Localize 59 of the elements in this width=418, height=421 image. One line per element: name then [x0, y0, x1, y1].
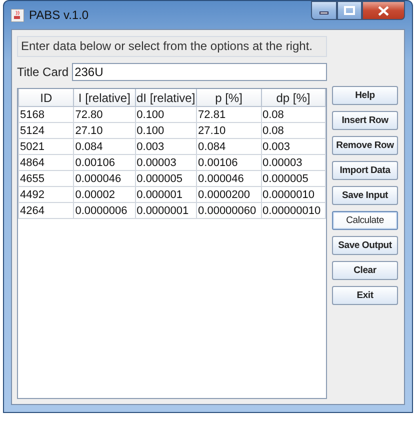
table-cell: 0.084: [196, 138, 261, 154]
title-card-label: Title Card: [17, 65, 69, 79]
column-header[interactable]: dI [relative]: [135, 89, 197, 106]
action-button[interactable]: Insert Row: [332, 111, 398, 130]
action-button[interactable]: Remove Row: [332, 136, 398, 155]
column-header[interactable]: I [relative]: [74, 89, 136, 106]
maximize-icon: [344, 6, 355, 15]
table-cell: 5124: [18, 122, 74, 138]
table-cell: 0.00106: [196, 154, 261, 170]
action-button[interactable]: Save Input: [332, 186, 398, 205]
table-cell: 0.0000006: [74, 202, 136, 218]
table-cell: 0.000046: [74, 170, 136, 186]
table-cell: 0.0000200: [196, 186, 261, 202]
window-title: PABS v.1.0: [29, 8, 90, 22]
table-cell: 0.08: [261, 122, 326, 138]
table-cell: 5021: [18, 138, 74, 154]
close-button[interactable]: [362, 1, 405, 20]
table-cell: 4264: [18, 202, 74, 218]
action-button[interactable]: Clear: [332, 261, 398, 280]
table-cell: 0.00106: [74, 154, 136, 170]
table-cell: 4864: [18, 154, 74, 170]
title-card-field[interactable]: 236U: [72, 63, 327, 81]
table-cell: 0.100: [135, 122, 197, 138]
action-button[interactable]: Save Output: [332, 236, 398, 255]
table-cell: 72.81: [196, 106, 261, 122]
table-cell: 0.003: [261, 138, 326, 154]
table-cell: 0.00002: [74, 186, 136, 202]
action-button[interactable]: Help: [332, 86, 398, 105]
table-cell: 0.0000010: [261, 186, 326, 202]
table-cell: 4655: [18, 170, 74, 186]
table-cell: 0.000046: [196, 170, 261, 186]
table-cell: 0.00000060: [196, 202, 261, 218]
table-cell: 27.10: [196, 122, 261, 138]
table-cell: 0.000001: [135, 186, 197, 202]
action-button[interactable]: Import Data: [332, 161, 398, 180]
table-cell: 27.10: [74, 122, 136, 138]
table-cell: 0.0000001: [135, 202, 197, 218]
close-icon: [378, 6, 389, 16]
column-header[interactable]: dp [%]: [261, 89, 326, 106]
minimize-button[interactable]: [311, 1, 337, 20]
column-header[interactable]: ID: [18, 89, 74, 106]
table-cell: 0.08: [261, 106, 326, 122]
table-cell: 0.00000010: [261, 202, 326, 218]
table-cell: 0.00003: [261, 154, 326, 170]
column-header[interactable]: p [%]: [196, 89, 261, 106]
action-button[interactable]: Calculate: [332, 211, 398, 230]
table-cell: 0.00003: [135, 154, 197, 170]
table-cell: 4492: [18, 186, 74, 202]
table-cell: 0.000005: [261, 170, 326, 186]
table-cell: 0.084: [74, 138, 136, 154]
maximize-button[interactable]: [337, 1, 362, 20]
table-cell: 5168: [18, 106, 74, 122]
coffee-cup-icon: [11, 8, 24, 22]
table-cell: 0.003: [135, 138, 197, 154]
action-button[interactable]: Exit: [332, 286, 398, 305]
table-cell: 0.000005: [135, 170, 197, 186]
instruction-text: Enter data below or select from the options at the right.: [17, 36, 327, 57]
table-cell: 72.80: [74, 106, 136, 122]
table-cell: 0.100: [135, 106, 197, 122]
